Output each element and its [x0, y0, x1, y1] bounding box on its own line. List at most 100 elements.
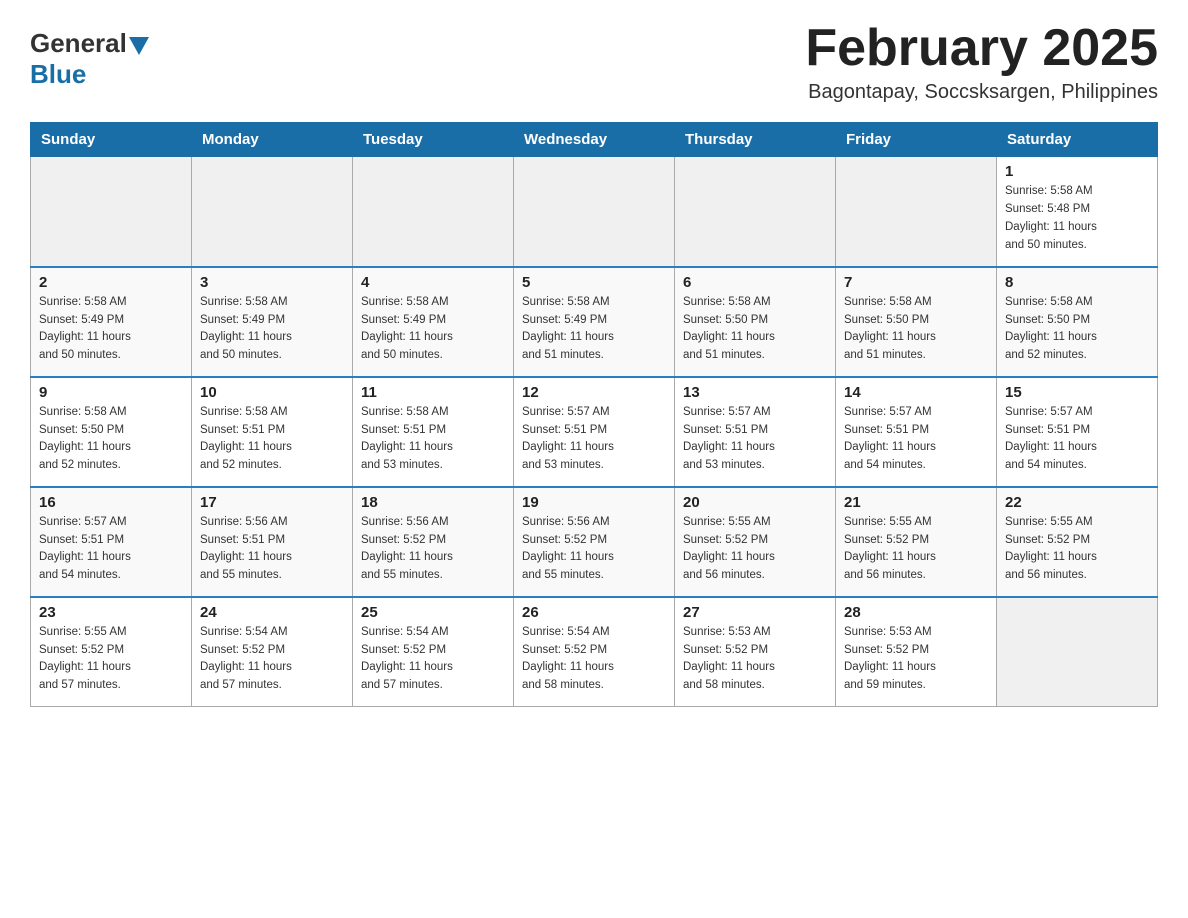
day-info: Sunrise: 5:55 AM Sunset: 5:52 PM Dayligh…	[1005, 514, 1149, 585]
calendar-header-wednesday: Wednesday	[514, 123, 675, 157]
calendar-cell	[192, 157, 353, 267]
calendar-cell: 23 Sunrise: 5:55 AM Sunset: 5:52 PM Dayli…	[31, 597, 192, 707]
calendar-cell: 13 Sunrise: 5:57 AM Sunset: 5:51 PM Dayli…	[675, 377, 836, 487]
calendar-cell	[836, 157, 997, 267]
calendar-cell: 2 Sunrise: 5:58 AM Sunset: 5:49 PM Daylig…	[31, 267, 192, 377]
calendar-header-saturday: Saturday	[997, 123, 1158, 157]
day-number: 5	[522, 274, 666, 291]
day-number: 22	[1005, 494, 1149, 511]
day-info: Sunrise: 5:55 AM Sunset: 5:52 PM Dayligh…	[683, 514, 827, 585]
day-number: 14	[844, 384, 988, 401]
day-number: 18	[361, 494, 505, 511]
day-info: Sunrise: 5:58 AM Sunset: 5:50 PM Dayligh…	[683, 294, 827, 365]
day-info: Sunrise: 5:58 AM Sunset: 5:50 PM Dayligh…	[39, 404, 183, 475]
day-number: 27	[683, 604, 827, 621]
day-number: 15	[1005, 384, 1149, 401]
day-info: Sunrise: 5:56 AM Sunset: 5:52 PM Dayligh…	[522, 514, 666, 585]
calendar-cell: 11Sunrise: 5:58 AM Sunset: 5:51 PM Dayli…	[353, 377, 514, 487]
location-title: Bagontapay, Soccsksargen, Philippines	[805, 81, 1158, 104]
day-number: 16	[39, 494, 183, 511]
calendar-week-row: 23 Sunrise: 5:55 AM Sunset: 5:52 PM Dayli…	[31, 597, 1158, 707]
day-number: 26	[522, 604, 666, 621]
calendar-cell	[997, 597, 1158, 707]
calendar-cell: 27 Sunrise: 5:53 AM Sunset: 5:52 PM Dayli…	[675, 597, 836, 707]
day-number: 12	[522, 384, 666, 401]
calendar-table: SundayMondayTuesdayWednesdayThursdayFrid…	[30, 122, 1158, 707]
page-header: General Blue February 2025 Bagontapay, S…	[30, 20, 1158, 104]
calendar-header-tuesday: Tuesday	[353, 123, 514, 157]
day-info: Sunrise: 5:54 AM Sunset: 5:52 PM Dayligh…	[200, 624, 344, 695]
day-info: Sunrise: 5:57 AM Sunset: 5:51 PM Dayligh…	[1005, 404, 1149, 475]
day-info: Sunrise: 5:58 AM Sunset: 5:49 PM Dayligh…	[361, 294, 505, 365]
day-info: Sunrise: 5:56 AM Sunset: 5:51 PM Dayligh…	[200, 514, 344, 585]
title-section: February 2025 Bagontapay, Soccsksargen, …	[805, 20, 1158, 104]
calendar-cell: 14 Sunrise: 5:57 AM Sunset: 5:51 PM Dayli…	[836, 377, 997, 487]
day-number: 23	[39, 604, 183, 621]
day-info: Sunrise: 5:55 AM Sunset: 5:52 PM Dayligh…	[844, 514, 988, 585]
logo-blue-text: Blue	[30, 59, 86, 90]
day-info: Sunrise: 5:57 AM Sunset: 5:51 PM Dayligh…	[39, 514, 183, 585]
calendar-week-row: 2 Sunrise: 5:58 AM Sunset: 5:49 PM Daylig…	[31, 267, 1158, 377]
calendar-week-row: 1Sunrise: 5:58 AM Sunset: 5:48 PM Daylig…	[31, 157, 1158, 267]
day-number: 13	[683, 384, 827, 401]
logo-triangle-icon	[129, 37, 149, 55]
calendar-cell: 19 Sunrise: 5:56 AM Sunset: 5:52 PM Dayli…	[514, 487, 675, 597]
calendar-cell: 5 Sunrise: 5:58 AM Sunset: 5:49 PM Daylig…	[514, 267, 675, 377]
calendar-cell	[514, 157, 675, 267]
calendar-week-row: 16 Sunrise: 5:57 AM Sunset: 5:51 PM Dayli…	[31, 487, 1158, 597]
day-info: Sunrise: 5:58 AM Sunset: 5:49 PM Dayligh…	[522, 294, 666, 365]
month-title: February 2025	[805, 20, 1158, 77]
day-number: 19	[522, 494, 666, 511]
day-number: 4	[361, 274, 505, 291]
day-info: Sunrise: 5:55 AM Sunset: 5:52 PM Dayligh…	[39, 624, 183, 695]
day-info: Sunrise: 5:58 AM Sunset: 5:51 PM Dayligh…	[200, 404, 344, 475]
day-number: 21	[844, 494, 988, 511]
day-info: Sunrise: 5:58 AM Sunset: 5:50 PM Dayligh…	[844, 294, 988, 365]
day-number: 1	[1005, 163, 1149, 180]
day-number: 10	[200, 384, 344, 401]
logo-general-text: General	[30, 28, 127, 59]
calendar-cell	[353, 157, 514, 267]
day-number: 20	[683, 494, 827, 511]
day-info: Sunrise: 5:58 AM Sunset: 5:51 PM Dayligh…	[361, 404, 505, 475]
day-number: 25	[361, 604, 505, 621]
day-info: Sunrise: 5:57 AM Sunset: 5:51 PM Dayligh…	[522, 404, 666, 475]
calendar-header-sunday: Sunday	[31, 123, 192, 157]
logo: General Blue	[30, 28, 149, 90]
calendar-cell	[31, 157, 192, 267]
day-info: Sunrise: 5:57 AM Sunset: 5:51 PM Dayligh…	[683, 404, 827, 475]
calendar-cell: 1Sunrise: 5:58 AM Sunset: 5:48 PM Daylig…	[997, 157, 1158, 267]
day-number: 28	[844, 604, 988, 621]
day-number: 2	[39, 274, 183, 291]
calendar-cell: 7 Sunrise: 5:58 AM Sunset: 5:50 PM Daylig…	[836, 267, 997, 377]
calendar-cell: 10 Sunrise: 5:58 AM Sunset: 5:51 PM Dayli…	[192, 377, 353, 487]
calendar-cell: 22 Sunrise: 5:55 AM Sunset: 5:52 PM Dayli…	[997, 487, 1158, 597]
calendar-cell: 17 Sunrise: 5:56 AM Sunset: 5:51 PM Dayli…	[192, 487, 353, 597]
day-info: Sunrise: 5:53 AM Sunset: 5:52 PM Dayligh…	[844, 624, 988, 695]
calendar-cell: 3Sunrise: 5:58 AM Sunset: 5:49 PM Daylig…	[192, 267, 353, 377]
day-number: 8	[1005, 274, 1149, 291]
calendar-cell: 15 Sunrise: 5:57 AM Sunset: 5:51 PM Dayli…	[997, 377, 1158, 487]
calendar-cell: 4 Sunrise: 5:58 AM Sunset: 5:49 PM Daylig…	[353, 267, 514, 377]
calendar-week-row: 9Sunrise: 5:58 AM Sunset: 5:50 PM Daylig…	[31, 377, 1158, 487]
calendar-cell: 24 Sunrise: 5:54 AM Sunset: 5:52 PM Dayli…	[192, 597, 353, 707]
day-info: Sunrise: 5:57 AM Sunset: 5:51 PM Dayligh…	[844, 404, 988, 475]
day-number: 24	[200, 604, 344, 621]
day-info: Sunrise: 5:54 AM Sunset: 5:52 PM Dayligh…	[522, 624, 666, 695]
calendar-cell: 21 Sunrise: 5:55 AM Sunset: 5:52 PM Dayli…	[836, 487, 997, 597]
day-info: Sunrise: 5:58 AM Sunset: 5:49 PM Dayligh…	[39, 294, 183, 365]
calendar-header-row: SundayMondayTuesdayWednesdayThursdayFrid…	[31, 123, 1158, 157]
calendar-cell: 20 Sunrise: 5:55 AM Sunset: 5:52 PM Dayli…	[675, 487, 836, 597]
calendar-cell: 18 Sunrise: 5:56 AM Sunset: 5:52 PM Dayli…	[353, 487, 514, 597]
day-number: 3	[200, 274, 344, 291]
calendar-cell: 25 Sunrise: 5:54 AM Sunset: 5:52 PM Dayli…	[353, 597, 514, 707]
day-info: Sunrise: 5:54 AM Sunset: 5:52 PM Dayligh…	[361, 624, 505, 695]
calendar-header-friday: Friday	[836, 123, 997, 157]
calendar-cell: 26 Sunrise: 5:54 AM Sunset: 5:52 PM Dayli…	[514, 597, 675, 707]
calendar-cell: 28 Sunrise: 5:53 AM Sunset: 5:52 PM Dayli…	[836, 597, 997, 707]
day-number: 7	[844, 274, 988, 291]
day-info: Sunrise: 5:56 AM Sunset: 5:52 PM Dayligh…	[361, 514, 505, 585]
calendar-cell: 12 Sunrise: 5:57 AM Sunset: 5:51 PM Dayli…	[514, 377, 675, 487]
day-number: 17	[200, 494, 344, 511]
day-info: Sunrise: 5:53 AM Sunset: 5:52 PM Dayligh…	[683, 624, 827, 695]
